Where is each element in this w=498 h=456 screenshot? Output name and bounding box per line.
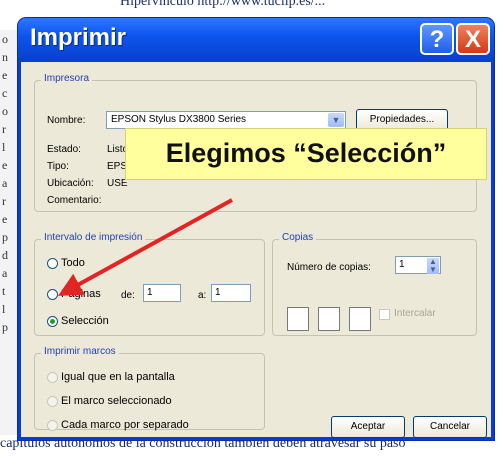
print-frames-group-label: Imprimir marcos	[41, 346, 119, 357]
title-bar[interactable]: Imprimir ? X	[18, 18, 494, 62]
printer-name-select[interactable]: EPSON Stylus DX3800 Series ▼	[106, 111, 346, 129]
margin-letter: e	[2, 68, 8, 82]
close-button[interactable]: X	[456, 23, 490, 55]
pages-to-value: 1	[215, 287, 221, 298]
margin-letter: o	[2, 104, 8, 118]
pages-from-label: de:	[121, 290, 135, 301]
comment-label: Comentario:	[47, 195, 102, 206]
margin-letter: p	[2, 230, 8, 244]
margin-letter: l	[2, 140, 6, 154]
margin-letter: a	[2, 176, 8, 190]
range-pages-label[interactable]: Páginas	[61, 288, 101, 300]
copies-group-label: Copias	[279, 232, 317, 243]
dialog-title: Imprimir	[30, 24, 127, 51]
frames-option2-label: El marco seleccionado	[61, 395, 172, 407]
margin-letter: c	[2, 86, 8, 100]
range-selection-label[interactable]: Selección	[61, 315, 109, 327]
type-label: Tipo:	[47, 161, 69, 172]
printer-name-label: Nombre:	[47, 115, 86, 126]
frames-option1-radio[interactable]	[47, 372, 58, 383]
copies-count-value: 1	[399, 259, 405, 270]
cancel-button[interactable]: Cancelar	[413, 416, 487, 438]
frames-option3-label: Cada marco por separado	[61, 419, 189, 431]
dialog-body: Impresora Nombre: EPSON Stylus DX3800 Se…	[21, 62, 491, 438]
range-all-label[interactable]: Todo	[61, 257, 85, 269]
copies-count-input[interactable]: 1 ▲ ▼	[395, 256, 441, 274]
margin-letter: r	[2, 194, 6, 208]
range-pages-radio[interactable]	[47, 289, 58, 300]
pages-to-input[interactable]: 1	[211, 284, 251, 302]
help-button[interactable]: ?	[420, 23, 454, 55]
printer-group-label: Impresora	[41, 73, 93, 84]
frames-option1-label: Igual que en la pantalla	[61, 371, 175, 383]
pages-from-input[interactable]: 1	[143, 284, 181, 302]
collate-page-icon	[318, 307, 340, 331]
type-value: EPS	[107, 161, 128, 172]
margin-letter: t	[2, 284, 6, 298]
margin-letter: r	[2, 122, 6, 136]
print-range-group-label: Intervalo de impresión	[41, 232, 146, 243]
pages-to-label: a:	[198, 290, 207, 301]
range-all-radio[interactable]	[47, 258, 58, 269]
range-selection-radio[interactable]	[47, 316, 58, 327]
margin-letter: p	[2, 320, 8, 334]
collate-page-icon	[349, 307, 371, 331]
background-top-text: Hipervínculo http://www.tuclip.es/...	[120, 0, 326, 9]
status-label: Estado:	[47, 144, 81, 155]
margin-letter: o	[2, 32, 8, 46]
margin-letter: e	[2, 212, 8, 226]
callout-banner: Elegimos “Selección”	[125, 128, 487, 180]
frames-option3-radio[interactable]	[47, 420, 58, 431]
print-dialog: Imprimir ? X Impresora Nombre: EPSON Sty…	[18, 18, 494, 440]
collate-checkbox[interactable]	[379, 309, 390, 320]
margin-letter: d	[2, 248, 8, 262]
frames-option2-radio[interactable]	[47, 396, 58, 407]
ok-button[interactable]: Aceptar	[331, 416, 405, 438]
margin-letter: n	[2, 50, 8, 64]
collate-label: Intercalar	[394, 308, 436, 319]
margin-letter: a	[2, 266, 8, 280]
spinner-arrows-icon[interactable]: ▲ ▼	[427, 258, 439, 274]
copies-count-label: Número de copias:	[287, 262, 371, 273]
margin-letter: l	[2, 302, 6, 316]
location-label: Ubicación:	[47, 178, 94, 189]
margin-letter: e	[2, 158, 8, 172]
pages-from-value: 1	[147, 287, 153, 298]
printer-name-value: EPSON Stylus DX3800 Series	[111, 114, 247, 125]
collate-page-icon	[287, 307, 309, 331]
chevron-down-icon[interactable]: ▼	[328, 113, 344, 127]
background-margin-strip: o n e c o r l e a r e p d a t l p	[0, 30, 19, 435]
